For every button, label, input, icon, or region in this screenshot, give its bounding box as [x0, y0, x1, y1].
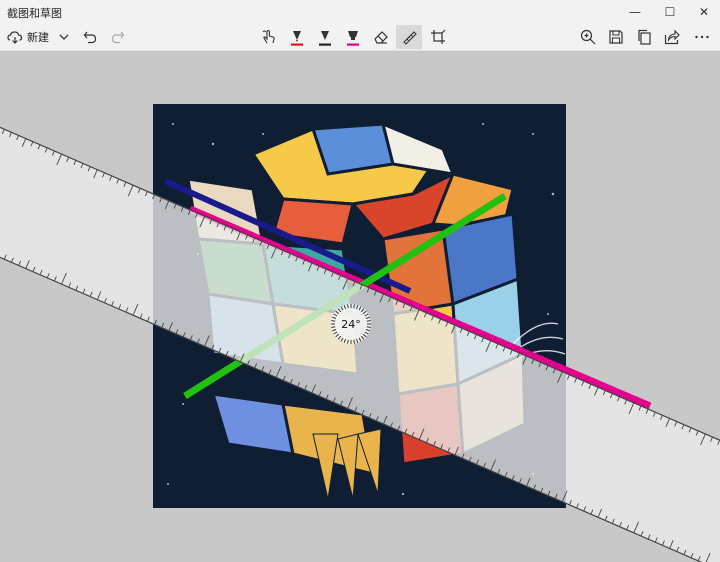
redo-icon — [111, 31, 125, 44]
app-title: 截图和草图 — [7, 7, 62, 20]
eraser-button[interactable] — [370, 25, 392, 49]
toolbar: 新建 — [0, 24, 720, 51]
title-bar: 截图和草图 — ☐ ✕ — [0, 0, 720, 24]
maximize-icon: ☐ — [664, 5, 676, 19]
save-icon — [609, 30, 623, 44]
dial-tick — [331, 326, 336, 328]
dial-tick — [331, 320, 336, 322]
share-icon — [664, 29, 680, 45]
touch-writing-button[interactable] — [258, 25, 280, 49]
ruler-angle-label: 24° — [341, 318, 361, 331]
ruler-icon — [403, 31, 417, 45]
close-icon: ✕ — [698, 5, 710, 19]
chevron-down-icon — [59, 34, 69, 40]
new-label: 新建 — [27, 31, 49, 44]
crop-icon — [431, 29, 446, 44]
new-options-dropdown[interactable] — [55, 25, 73, 49]
ballpoint-pen-button[interactable] — [286, 25, 308, 49]
dial-tick — [347, 304, 349, 309]
highlighter-icon — [347, 31, 359, 46]
ruler-overlay[interactable]: 24° — [0, 51, 720, 562]
undo-icon — [83, 31, 97, 44]
zoom-button[interactable] — [577, 25, 599, 49]
copy-icon — [638, 29, 651, 45]
close-button[interactable]: ✕ — [687, 0, 720, 24]
drawing-canvas[interactable]: 24° — [0, 51, 720, 562]
dial-tick — [353, 304, 355, 309]
more-icon — [695, 35, 709, 39]
more-button[interactable] — [690, 25, 714, 49]
eraser-icon — [374, 31, 388, 44]
pencil-button[interactable] — [314, 25, 336, 49]
ruler[interactable] — [0, 123, 720, 562]
new-button[interactable]: 新建 — [6, 25, 50, 49]
ballpoint-pen-icon — [291, 31, 303, 46]
maximize-button[interactable]: ☐ — [653, 0, 687, 24]
highlighter-button[interactable] — [342, 25, 364, 49]
new-icon — [7, 31, 23, 44]
zoom-icon — [580, 29, 596, 45]
redo-button[interactable] — [108, 25, 128, 49]
copy-button[interactable] — [633, 25, 655, 49]
undo-button[interactable] — [80, 25, 100, 49]
ruler-angle-dial: 24° — [331, 304, 371, 344]
touch-writing-icon — [262, 29, 275, 44]
dial-tick — [347, 339, 349, 344]
minimize-icon: — — [629, 5, 641, 19]
save-button[interactable] — [605, 25, 627, 49]
minimize-button[interactable]: — — [618, 0, 652, 24]
pencil-icon — [319, 31, 331, 46]
ruler-button[interactable] — [396, 25, 422, 49]
dial-tick — [366, 326, 371, 328]
dial-tick — [353, 339, 355, 344]
crop-button[interactable] — [427, 25, 449, 49]
share-button[interactable] — [661, 25, 683, 49]
dial-tick — [366, 320, 371, 322]
